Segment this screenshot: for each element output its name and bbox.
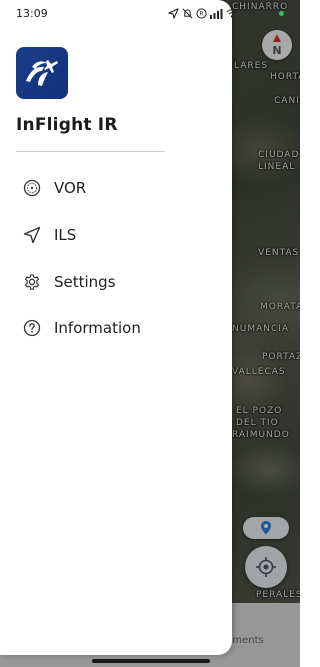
vor-icon: [22, 178, 42, 198]
menu-item-information[interactable]: Information: [0, 308, 232, 348]
screen: CHINARRO LARES HORTA CANI CIUDAD LINEAL …: [0, 0, 300, 667]
bell-off-icon: [182, 8, 193, 18]
menu-item-label: Information: [54, 319, 141, 337]
gear-icon: [22, 272, 42, 292]
menu-item-label: Settings: [54, 273, 116, 291]
menu-item-label: ILS: [54, 226, 77, 244]
navigation-drawer: InFlight IR VOR ILS Settings Information: [0, 0, 232, 655]
drawer-divider: [16, 151, 165, 152]
menu-item-vor[interactable]: VOR: [0, 168, 232, 208]
navigation-arrow-icon: [22, 225, 42, 245]
help-circle-icon: [22, 318, 42, 338]
menu-item-settings[interactable]: Settings: [0, 262, 232, 302]
app-logo: [16, 47, 68, 99]
app-title: InFlight IR: [16, 115, 118, 135]
r-circle-icon: R: [196, 7, 207, 19]
wifi-icon: [226, 8, 238, 18]
status-indicator-dot: [279, 11, 284, 16]
home-indicator[interactable]: [92, 659, 210, 663]
signal-icon: [210, 8, 223, 19]
navigation-icon: [168, 7, 179, 19]
status-icons: R: [168, 7, 238, 19]
menu-item-ils[interactable]: ILS: [0, 215, 232, 255]
status-bar: 13:09 R: [0, 0, 300, 24]
status-time: 13:09: [16, 7, 48, 20]
airplane-logo-icon: [26, 60, 58, 86]
svg-text:R: R: [199, 10, 203, 17]
menu-item-label: VOR: [54, 179, 87, 197]
